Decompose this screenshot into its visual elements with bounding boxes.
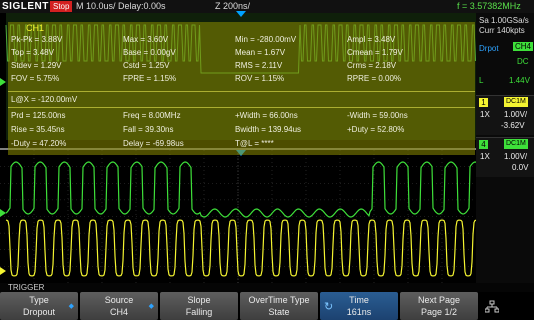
softkey-label: OverTime Type bbox=[248, 295, 310, 305]
ch4-scale: 1.00V/ bbox=[504, 152, 528, 161]
menu-title: TRIGGER bbox=[0, 283, 534, 292]
rotary-knob-icon: ↻ bbox=[324, 301, 334, 313]
softkey-value: Dropout bbox=[22, 307, 56, 317]
softkey-label: Slope bbox=[187, 295, 211, 305]
measure-base: Base = 0.00gV bbox=[123, 48, 176, 57]
softkey-time[interactable]: ↻ Time 161ns bbox=[320, 292, 398, 320]
ch1-offset-marker[interactable] bbox=[0, 267, 6, 275]
measure-freq: Freq = 8.00MHz bbox=[123, 111, 181, 120]
measure-mean: Mean = 1.67V bbox=[235, 48, 286, 57]
measure-pos-width: +Width = 66.00ns bbox=[235, 111, 298, 120]
trigger-level: 1.44V bbox=[509, 76, 530, 85]
softkey-bar: Type Dropout ◆ Source CH4 ◆ Slope Fallin… bbox=[0, 292, 534, 320]
ch4-zoom-offset-marker[interactable] bbox=[0, 209, 6, 217]
ch4-number: 4 bbox=[479, 140, 488, 149]
ch4-trace bbox=[5, 161, 476, 218]
measure-rms: RMS = 2.11V bbox=[235, 61, 283, 70]
expand-arrow-icon: ◆ bbox=[68, 303, 74, 310]
softkey-slope[interactable]: Slope Falling bbox=[160, 292, 238, 320]
measure-bwidth: Bwidth = 139.94us bbox=[235, 125, 302, 134]
waveform-display[interactable]: CH1 Pk-Pk = 3.88V Max = 3.60V Min = -280… bbox=[0, 13, 476, 283]
measure-period: Prd = 125.00ns bbox=[11, 111, 66, 120]
measure-rpre: RPRE = 0.00% bbox=[347, 74, 402, 83]
ch4-info[interactable]: 4 DC1M 1X 1.00V/ 0.0V bbox=[476, 137, 534, 177]
trigger-source-badge: CH4 bbox=[513, 42, 534, 51]
ch4-probe: 1X bbox=[480, 152, 490, 161]
measure-ampl: Ampl = 3.48V bbox=[347, 35, 396, 44]
measurement-channel-label: CH1 bbox=[26, 23, 45, 33]
softkey-value: Falling bbox=[185, 307, 213, 317]
run-state-badge[interactable]: Stop bbox=[50, 1, 73, 12]
sample-rate: Sa 1.00GSa/s bbox=[479, 16, 529, 25]
softkey-value: CH4 bbox=[109, 307, 128, 317]
ch4-coupling: DC1M bbox=[504, 139, 528, 149]
status-bar: SIGLENT Stop M 10.0us/ Delay:0.00s Z 200… bbox=[0, 0, 534, 13]
ch1-info[interactable]: 1 DC1M 1X 1.00V/ -3.62V bbox=[476, 95, 534, 135]
measure-rise: Rise = 35.45ns bbox=[11, 125, 65, 134]
memory-depth: Curr 140kpts bbox=[479, 26, 525, 35]
measure-neg-width: -Width = 59.00ns bbox=[347, 111, 408, 120]
measurement-panel: CH1 Pk-Pk = 3.88V Max = 3.60V Min = -280… bbox=[8, 22, 475, 155]
brand-logo: SIGLENT bbox=[2, 1, 49, 12]
measure-fpre: FPRE = 1.15% bbox=[123, 74, 177, 83]
measure-min: Min = -280.00mV bbox=[235, 35, 297, 44]
measure-neg-duty: -Duty = 47.20% bbox=[11, 139, 67, 148]
ch1-trace bbox=[5, 219, 476, 277]
ch1-scale: 1.00V/ bbox=[504, 110, 528, 119]
softkey-trigger-type[interactable]: Type Dropout ◆ bbox=[0, 292, 78, 320]
timebase-readout: M 10.0us/ Delay:0.00s bbox=[76, 1, 166, 11]
ch1-coupling: DC1M bbox=[504, 97, 528, 107]
measure-stdev: Stdev = 1.29V bbox=[11, 61, 62, 70]
softkey-label: Source bbox=[104, 295, 134, 305]
softkey-label: Type bbox=[29, 295, 49, 305]
frequency-readout: f = 3.57382MHz bbox=[457, 1, 521, 11]
softkey-trigger-source[interactable]: Source CH4 ◆ bbox=[80, 292, 158, 320]
measure-pos-duty: +Duty = 52.80% bbox=[347, 125, 405, 134]
measure-level-at-x: L@X = -120.00mV bbox=[11, 95, 78, 104]
softkey-value: State bbox=[268, 307, 290, 317]
trigger-time-marker bbox=[236, 11, 246, 17]
measure-fall: Fall = 39.30ns bbox=[123, 125, 174, 134]
measurement-separator bbox=[8, 107, 475, 108]
measure-rov: ROV = 1.15% bbox=[235, 74, 285, 83]
network-icon bbox=[485, 300, 499, 313]
measure-time-at-level: T@L = **** bbox=[235, 139, 274, 148]
softkey-label: Next Page bbox=[417, 295, 461, 305]
ch1-offset: -3.62V bbox=[501, 121, 525, 130]
measure-fov: FOV = 5.75% bbox=[11, 74, 60, 83]
measure-crms: Crms = 2.18V bbox=[347, 61, 397, 70]
softkey-next-page[interactable]: Next Page Page 1/2 bbox=[400, 292, 478, 320]
measure-top: Top = 3.48V bbox=[11, 48, 54, 57]
measure-pkpk: Pk-Pk = 3.88V bbox=[11, 35, 63, 44]
softkey-overtime-type[interactable]: OverTime Type State bbox=[240, 292, 318, 320]
trigger-level-label: L bbox=[479, 76, 484, 85]
measurement-separator bbox=[8, 91, 475, 92]
ch1-number: 1 bbox=[479, 98, 488, 107]
measure-delay: Delay = -69.98us bbox=[123, 139, 184, 148]
expand-arrow-icon: ◆ bbox=[148, 303, 154, 310]
trigger-mode-label: Drpot bbox=[479, 44, 499, 53]
info-panel: Sa 1.00GSa/s Curr 140kpts Drpot CH4 DC L… bbox=[476, 13, 534, 283]
trigger-coupling: DC bbox=[517, 57, 529, 66]
ch1-probe: 1X bbox=[480, 110, 490, 119]
softkey-value: Page 1/2 bbox=[420, 307, 458, 317]
measure-cstd: Cstd = 1.25V bbox=[123, 61, 170, 70]
ch4-offset: 0.0V bbox=[512, 163, 529, 172]
measure-max: Max = 3.60V bbox=[123, 35, 169, 44]
ch4-offset-marker[interactable] bbox=[0, 78, 6, 86]
measure-cmean: Cmean = 1.79V bbox=[347, 48, 403, 57]
